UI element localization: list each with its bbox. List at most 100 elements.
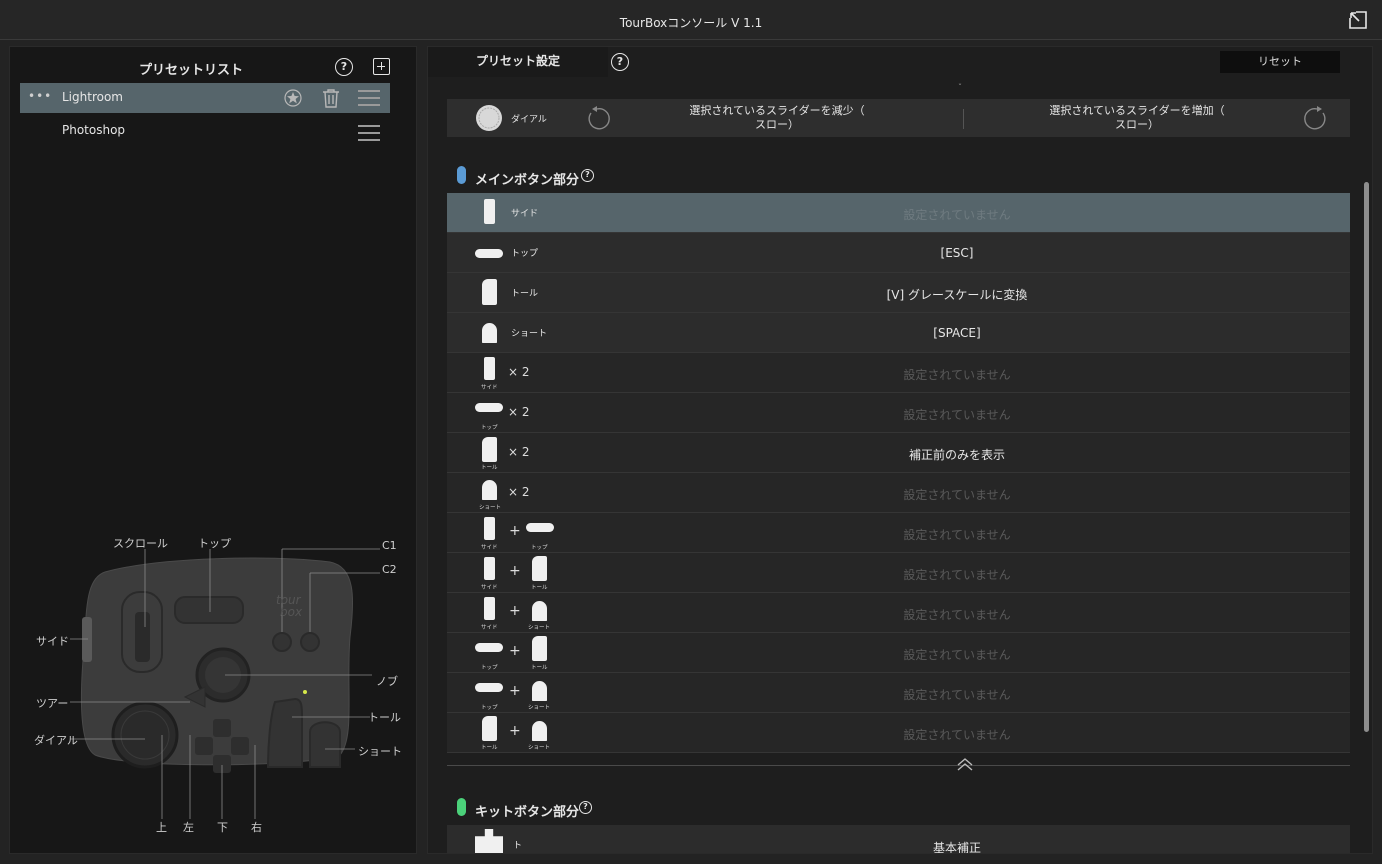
label-knob: ノブ	[376, 675, 398, 688]
button-action: [ESC]	[940, 246, 974, 260]
main-section-title: メインボタン部分	[475, 173, 580, 188]
label-tour: ツアー	[36, 697, 69, 710]
combo-sub-label-a: トップ	[481, 665, 498, 671]
label-up: 上	[156, 821, 167, 834]
combo-action: 設定されていません	[903, 728, 1011, 742]
combo-sub-label-b: トール	[531, 665, 548, 671]
preset-help-icon[interactable]: ?	[335, 58, 353, 76]
button-row-short[interactable]: ショート [SPACE]	[447, 313, 1350, 353]
dial-label: ダイアル	[511, 115, 547, 125]
decrease-action-line2: スロー）	[755, 118, 799, 131]
dial-row[interactable]: ダイアル 選択されているスライダーを減少（ スロー） 選択されているスライダーを…	[447, 99, 1350, 137]
button-row-side[interactable]: サイド 設定されていません	[447, 193, 1350, 233]
star-badge-icon[interactable]	[284, 89, 302, 107]
exit-window-icon[interactable]	[1348, 10, 1368, 30]
label-short: ショート	[358, 745, 402, 758]
settings-content: ˇ ダイアル 選択されているスライダーを減少（ スロー） 選択されているスライダ…	[428, 77, 1372, 853]
combo-sub-label: ショート	[479, 505, 502, 511]
label-tall: トール	[368, 711, 401, 724]
trash-icon[interactable]	[322, 88, 340, 108]
rotate-right-icon	[1304, 106, 1326, 130]
menu-icon[interactable]	[358, 125, 380, 141]
combo-action: 設定されていません	[903, 688, 1011, 702]
combo-row-top-double[interactable]: トップ × 2 設定されていません	[447, 393, 1350, 433]
decrease-action: 選択されているスライダーを減少（ スロー）	[627, 104, 927, 132]
combo-action: 設定されていません	[903, 648, 1011, 662]
button-action: [SPACE]	[933, 326, 981, 340]
combo-sub-label: サイド	[481, 385, 498, 391]
label-c2: C2	[382, 563, 397, 576]
combo-row-side-double[interactable]: サイド × 2 設定されていません	[447, 353, 1350, 393]
combo-sub-label: トップ	[481, 425, 498, 431]
decrease-action-line1: 選択されているスライダーを減少（	[689, 104, 865, 117]
combo-row-tall-double[interactable]: トール × 2 補正前のみを表示	[447, 433, 1350, 473]
increase-action: 選択されているスライダーを増加（ スロー）	[987, 104, 1287, 132]
combo-row-tall-short[interactable]: トール + ショート 設定されていません	[447, 713, 1350, 753]
main-section-help-icon[interactable]: ?	[581, 169, 594, 182]
combo-action: 設定されていません	[903, 488, 1011, 502]
combo-row-top-short[interactable]: トップ + ショート 設定されていません	[447, 673, 1350, 713]
tab-preset-settings[interactable]: プリセット設定	[428, 47, 608, 77]
section-divider	[447, 765, 1350, 766]
settings-scrollbar[interactable]	[1364, 182, 1369, 732]
combo-sub-label-a: トップ	[481, 705, 498, 711]
logo-line-2: box	[280, 605, 303, 619]
window-title: TourBoxコンソール V 1.1	[619, 16, 763, 30]
add-preset-icon[interactable]	[373, 58, 390, 75]
rotate-left-icon	[588, 106, 610, 130]
kit-section-title: キットボタン部分	[475, 805, 580, 820]
combo-sub-label-a: サイド	[481, 625, 498, 631]
kit-section-help-icon[interactable]: ?	[579, 801, 592, 814]
button-action: [V] グレースケールに変換	[886, 288, 1028, 302]
combo-action: 設定されていません	[903, 568, 1011, 582]
collapse-up-icon[interactable]	[956, 757, 974, 771]
label-left: 左	[183, 821, 194, 834]
combo-sub-label-a: サイド	[481, 545, 498, 551]
combo-row-side-tall[interactable]: サイド + トール 設定されていません	[447, 553, 1350, 593]
kit-row-first[interactable]: ト 基本補正	[447, 825, 1350, 853]
preset-name: Photoshop	[62, 123, 126, 137]
drag-handle-icon[interactable]: •••	[28, 89, 52, 103]
combo-sub-label-a: トール	[481, 745, 498, 751]
combo-sub-label-b: トップ	[531, 545, 548, 551]
combo-action: 設定されていません	[903, 408, 1011, 422]
increase-action-line2: スロー）	[1115, 118, 1159, 131]
preset-item-lightroom[interactable]: ••• Lightroom	[20, 83, 390, 113]
button-row-tall[interactable]: トール [V] グレースケールに変換	[447, 273, 1350, 313]
combo-row-side-short[interactable]: サイド + ショート 設定されていません	[447, 593, 1350, 633]
combo-sub-label-a: サイド	[481, 585, 498, 591]
combo-row-side-top[interactable]: サイド + トップ 設定されていません	[447, 513, 1350, 553]
combo-sub-label-b: ショート	[528, 625, 551, 631]
side-button-shape	[82, 617, 92, 662]
increase-action-line1: 選択されているスライダーを増加（	[1049, 104, 1225, 117]
settings-help-icon[interactable]: ?	[611, 53, 629, 71]
title-bar: TourBoxコンソール V 1.1	[0, 0, 1382, 40]
button-action: 設定されていません	[903, 208, 1011, 222]
combo-action: 補正前のみを表示	[908, 448, 1005, 462]
button-row-top[interactable]: トップ [ESC]	[447, 233, 1350, 273]
combo-sub-label: トール	[481, 465, 498, 471]
preset-settings-panel: プリセット設定 ? リセット ˇ ダイアル 選択されているスライダーを減少（ ス…	[427, 46, 1373, 854]
label-c1: C1	[382, 539, 397, 552]
combo-sub-label-b: ショート	[528, 745, 551, 751]
combo-row-top-tall[interactable]: トップ + トール 設定されていません	[447, 633, 1350, 673]
preset-item-photoshop[interactable]: Photoshop	[20, 116, 390, 146]
preset-list-panel: プリセットリスト ? ••• Lightroom Photoshop スクロール…	[9, 46, 417, 854]
tourbox-device-diagram: スクロール トップ C1 C2 サイド ノブ ツアー トール ダイアル ショート…	[10, 487, 416, 847]
label-down: 下	[217, 821, 228, 834]
combo-action: 設定されていません	[903, 368, 1011, 382]
menu-icon[interactable]	[358, 90, 380, 106]
label-scroll: スクロール	[113, 537, 168, 550]
label-right: 右	[251, 821, 262, 834]
preset-list-header: プリセットリスト	[138, 63, 243, 78]
main-section-pill-icon	[457, 166, 466, 184]
label-top: トップ	[198, 537, 231, 550]
combo-row-short-double[interactable]: ショート × 2 設定されていません	[447, 473, 1350, 513]
kit-action: 基本補正	[932, 841, 981, 854]
preset-name: Lightroom	[62, 90, 123, 104]
collapse-indicator-icon[interactable]: ˇ	[958, 83, 962, 92]
reset-button[interactable]: リセット	[1220, 51, 1340, 73]
kit-section-pill-icon	[457, 798, 466, 816]
dial-divider	[963, 109, 964, 129]
combo-sub-label-b: トール	[531, 585, 548, 591]
